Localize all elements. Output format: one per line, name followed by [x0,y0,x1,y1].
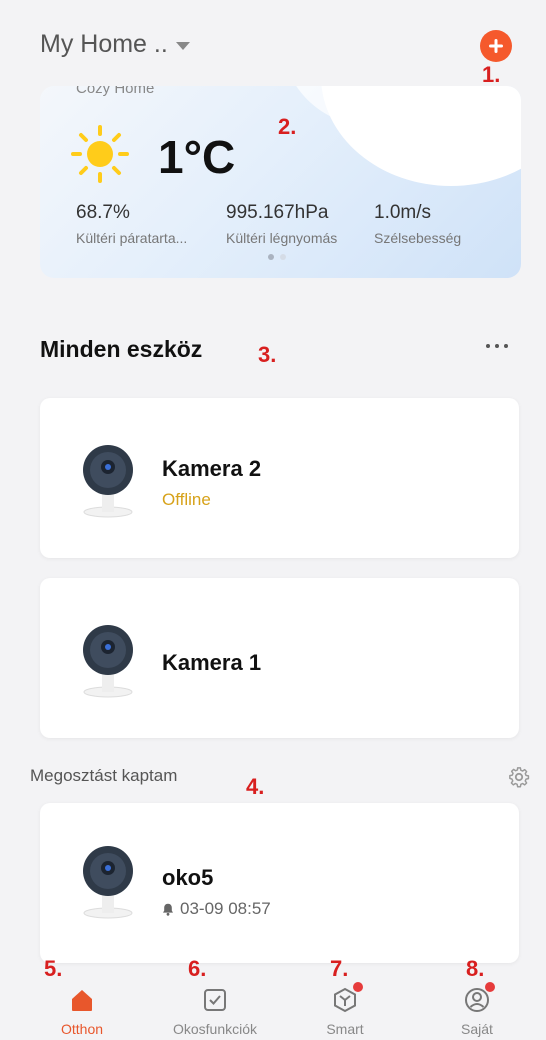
tab-label: Saját [461,1021,493,1037]
annotation-marker-6: 6. [188,956,207,981]
tab-sajat[interactable]: Saját [422,982,532,1037]
device-card-kamera-2[interactable]: Kamera 2 Offline [40,398,519,558]
last-event-time: 03-09 08:57 [180,899,271,918]
weather-card[interactable]: Cozy Home 1°C 2. 68.7% Kültéri páratarta… [40,86,521,278]
device-name: oko5 [162,865,214,890]
weather-decoration [321,86,521,186]
tab-okosfunkciok[interactable]: Okosfunkciók [160,986,270,1037]
profile-icon [463,982,495,1014]
tab-otthon[interactable]: Otthon [27,986,137,1037]
tab-smart[interactable]: Smart [290,982,400,1037]
annotation-marker-1: 1. [482,62,501,87]
bell-icon [163,903,173,916]
tab-label: Otthon [60,1021,104,1037]
annotation-marker-4: 4. [246,774,265,799]
smart-hex-icon [331,982,363,1014]
home-icon [68,986,96,1014]
device-card-kamera-1[interactable]: Kamera 1 [40,578,519,738]
pressure-stat: 995.167hPa Kültéri légnyomás [226,202,337,246]
pressure-label: Kültéri légnyomás [226,230,338,246]
annotation-marker-7: 7. [330,956,349,981]
wind-stat: 1.0m/s Szélsebesség [374,202,461,246]
camera-icon [83,846,133,919]
humidity-stat: 68.7% Kültéri páratarta... [76,202,187,246]
device-card-oko5[interactable]: oko5 03-09 08:57 [40,803,519,963]
annotation-marker-3: 3. [258,342,277,367]
device-name: Kamera 1 [162,650,262,675]
camera-icon [83,445,133,518]
shared-section-title: Megosztást kaptam [30,766,178,785]
annotation-marker-2: 2. [278,114,297,139]
add-device-button[interactable] [480,30,512,62]
wind-value: 1.0m/s [374,202,432,223]
page-indicator [268,254,286,260]
annotation-marker-5: 5. [44,956,63,981]
more-options-button[interactable] [482,340,512,352]
notification-badge [485,982,495,992]
plus-icon [489,39,503,53]
page-dot [280,254,286,260]
pressure-value: 995.167hPa [226,202,329,223]
notification-badge [353,982,363,992]
header: My Home .. [0,0,546,80]
sun-icon [71,125,129,183]
home-name: Cozy Home [76,86,155,97]
section-title: Minden eszköz [40,336,203,362]
home-selector[interactable]: My Home .. [40,30,190,59]
device-name: Kamera 2 [162,456,262,481]
temperature: 1°C [158,131,236,183]
checkbox-icon [201,986,229,1014]
dot [486,344,490,348]
tab-label: Smart [326,1021,364,1037]
humidity-label: Kültéri páratarta... [76,230,188,246]
dot [495,344,499,348]
annotation-marker-8: 8. [466,956,485,981]
home-title: My Home .. [40,30,168,58]
page-dot [268,254,274,260]
device-last-event: 03-09 08:57 [162,899,271,919]
caret-down-icon [175,41,190,50]
bottom-tab-bar: 5. 6. 7. 8. Otthon Okosfunkciók Smart Sa… [0,956,546,1040]
humidity-value: 68.7% [76,202,130,223]
settings-gear-icon[interactable] [508,766,530,788]
tab-label: Okosfunkciók [172,1021,258,1037]
camera-icon [83,625,133,698]
device-status: Offline [162,490,211,509]
wind-label: Szélsebesség [374,230,462,246]
dot [504,344,508,348]
